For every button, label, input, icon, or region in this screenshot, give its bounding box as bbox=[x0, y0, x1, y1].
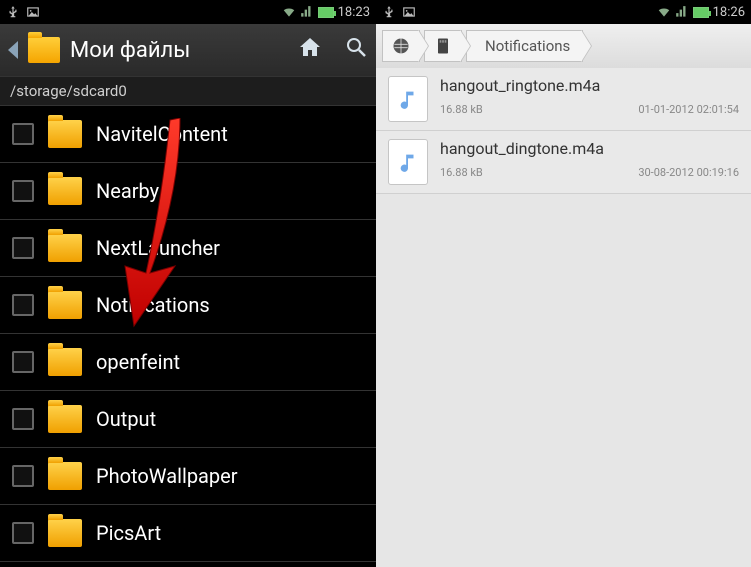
folder-name: Nearby bbox=[96, 179, 159, 203]
image-icon bbox=[26, 5, 40, 19]
file-row[interactable]: hangout_dingtone.m4a 16.88 kB 30-08-2012 0… bbox=[376, 131, 751, 194]
folder-icon bbox=[48, 234, 82, 262]
folder-name: Notifications bbox=[96, 293, 210, 317]
back-button[interactable] bbox=[8, 41, 18, 59]
folder-icon bbox=[48, 462, 82, 490]
checkbox[interactable] bbox=[12, 123, 34, 145]
search-button[interactable] bbox=[344, 35, 368, 65]
sdcard-icon bbox=[433, 36, 453, 56]
folder-icon bbox=[48, 348, 82, 376]
app-title: Мои файлы bbox=[70, 38, 190, 63]
signal-icon bbox=[675, 5, 689, 19]
globe-icon bbox=[391, 36, 411, 56]
folder-name: openfeint bbox=[96, 350, 180, 374]
checkbox[interactable] bbox=[12, 351, 34, 373]
breadcrumb-current[interactable]: Notifications bbox=[466, 30, 583, 62]
folder-row[interactable]: PhotoWallpaper bbox=[0, 448, 376, 505]
folder-name: PhotoWallpaper bbox=[96, 464, 238, 488]
folder-row[interactable]: Output bbox=[0, 391, 376, 448]
home-button[interactable] bbox=[298, 35, 322, 65]
folder-row[interactable]: Notifications bbox=[0, 277, 376, 334]
checkbox[interactable] bbox=[12, 408, 34, 430]
file-row[interactable]: hangout_ringtone.m4a 16.88 kB 01-01-2012 0… bbox=[376, 68, 751, 131]
file-size: 16.88 kB bbox=[440, 103, 483, 116]
checkbox[interactable] bbox=[12, 465, 34, 487]
file-info: hangout_ringtone.m4a 16.88 kB 01-01-2012 0… bbox=[440, 76, 739, 116]
battery-charging-icon bbox=[693, 7, 709, 18]
wifi-icon bbox=[657, 5, 671, 19]
folder-row[interactable]: openfeint bbox=[0, 334, 376, 391]
usb-icon bbox=[6, 5, 20, 19]
file-list: hangout_ringtone.m4a 16.88 kB 01-01-2012 0… bbox=[376, 68, 751, 194]
folder-row[interactable]: Nearby bbox=[0, 163, 376, 220]
audio-file-icon bbox=[388, 139, 428, 185]
breadcrumb-label: Notifications bbox=[485, 37, 570, 55]
filemanager-screen: 18:26 Notifications hangout_ringtone.m4a… bbox=[376, 0, 751, 567]
folder-name: NextLauncher bbox=[96, 236, 220, 260]
path-text: /storage/sdcard0 bbox=[10, 82, 127, 100]
breadcrumb-bar: Notifications bbox=[376, 24, 751, 68]
file-date: 01-01-2012 02:01:54 bbox=[638, 103, 739, 116]
folder-row[interactable]: PicsArt bbox=[0, 505, 376, 562]
audio-file-icon bbox=[388, 76, 428, 122]
wifi-icon bbox=[282, 5, 296, 19]
checkbox[interactable] bbox=[12, 237, 34, 259]
checkbox[interactable] bbox=[12, 180, 34, 202]
folder-icon bbox=[48, 120, 82, 148]
app-header: Мои файлы bbox=[0, 24, 376, 76]
status-time: 18:26 bbox=[713, 5, 745, 20]
checkbox[interactable] bbox=[12, 294, 34, 316]
usb-icon bbox=[382, 5, 396, 19]
status-bar: 18:23 bbox=[0, 0, 376, 24]
status-bar: 18:26 bbox=[376, 0, 751, 24]
folder-icon bbox=[48, 177, 82, 205]
checkbox[interactable] bbox=[12, 522, 34, 544]
app-folder-icon bbox=[28, 37, 60, 63]
folder-name: NavitelContent bbox=[96, 122, 228, 146]
myfiles-screen: 18:23 Мои файлы /storage/sdcard0 Navitel… bbox=[0, 0, 376, 567]
path-bar[interactable]: /storage/sdcard0 bbox=[0, 76, 376, 106]
folder-row[interactable]: NextLauncher bbox=[0, 220, 376, 277]
file-name: hangout_dingtone.m4a bbox=[440, 139, 739, 158]
folder-list: NavitelContent Nearby NextLauncher Notifica… bbox=[0, 106, 376, 562]
folder-row[interactable]: NavitelContent bbox=[0, 106, 376, 163]
folder-icon bbox=[48, 519, 82, 547]
breadcrumb-root[interactable] bbox=[382, 30, 420, 62]
file-date: 30-08-2012 00:19:16 bbox=[638, 166, 739, 179]
breadcrumb-storage[interactable] bbox=[424, 30, 462, 62]
image-icon bbox=[402, 5, 416, 19]
signal-icon bbox=[300, 5, 314, 19]
folder-icon bbox=[48, 291, 82, 319]
status-time: 18:23 bbox=[338, 5, 370, 20]
folder-name: PicsArt bbox=[96, 521, 161, 545]
folder-name: Output bbox=[96, 407, 156, 431]
file-info: hangout_dingtone.m4a 16.88 kB 30-08-2012 0… bbox=[440, 139, 739, 179]
file-name: hangout_ringtone.m4a bbox=[440, 76, 739, 95]
battery-charging-icon bbox=[318, 7, 334, 18]
folder-icon bbox=[48, 405, 82, 433]
file-size: 16.88 kB bbox=[440, 166, 483, 179]
